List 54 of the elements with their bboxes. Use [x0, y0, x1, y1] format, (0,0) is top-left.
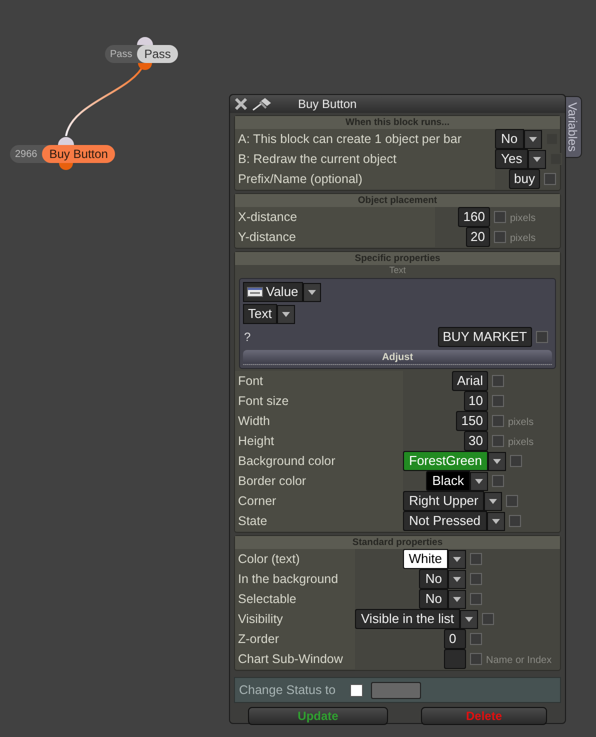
property-label: Width — [235, 411, 403, 431]
property-label: Selectable — [235, 589, 355, 609]
property-label: Z-order — [235, 629, 355, 649]
help-mark: ? — [243, 329, 251, 346]
dropdown-field[interactable]: White — [402, 549, 448, 569]
dropdown-field[interactable]: ForestGreen — [403, 451, 488, 471]
node-label: Pass — [137, 45, 178, 63]
value-field[interactable]: Arial — [452, 371, 488, 391]
text-value-field[interactable]: BUY MARKET — [438, 327, 532, 347]
property-label: Font — [235, 371, 403, 391]
unit-label: pixels — [508, 417, 534, 428]
property-label: In the background — [235, 569, 355, 589]
property-label: A: This block can create 1 object per bar — [235, 129, 495, 149]
unit-label: pixels — [510, 213, 536, 224]
value-field[interactable]: 150 — [456, 411, 488, 431]
property-label: Height — [235, 431, 403, 451]
unit-label: Name or Index — [486, 655, 552, 666]
unit-label: pixels — [510, 233, 536, 244]
source-dropdown[interactable]: Value — [243, 282, 304, 302]
property-label: Background color — [235, 451, 403, 471]
property-label: Prefix/Name (optional) — [235, 169, 495, 189]
section-subtitle: Text — [388, 265, 407, 276]
dropdown-field[interactable]: Right Upper — [403, 491, 484, 511]
property-label: Color (text) — [235, 549, 355, 569]
adjust-button[interactable]: Adjust — [243, 350, 552, 365]
dropdown-field[interactable]: No — [419, 569, 448, 589]
property-label: Chart Sub-Window — [235, 649, 355, 669]
flow-node[interactable]: 2966 Buy Button — [10, 145, 115, 163]
value-field[interactable]: 0 — [444, 629, 466, 649]
property-label: Border color — [235, 471, 403, 491]
status-label: Change Status to — [239, 682, 336, 699]
property-label: Corner — [235, 491, 403, 511]
unit-label: pixels — [508, 437, 534, 448]
value-field[interactable]: 20 — [466, 227, 490, 247]
dropdown-field[interactable]: Visible in the list — [355, 609, 460, 629]
panel-title: Buy Button — [298, 96, 357, 113]
value-field[interactable]: 10 — [464, 391, 488, 411]
property-label: Font size — [235, 391, 403, 411]
property-label: State — [235, 511, 403, 531]
value-field[interactable]: buy — [509, 169, 540, 189]
dropdown-field[interactable]: Black — [426, 471, 470, 491]
property-label: Y-distance — [235, 227, 435, 247]
property-label: Visibility — [235, 609, 355, 629]
value-field[interactable]: 160 — [458, 207, 490, 227]
flow-node[interactable]: Pass Pass — [105, 45, 178, 63]
dropdown-field[interactable]: No — [419, 589, 448, 609]
node-label: Buy Button — [42, 145, 115, 163]
dropdown-field[interactable]: Not Pressed — [403, 511, 487, 531]
property-label: B: Redraw the current object — [235, 149, 495, 169]
node-count: Pass — [109, 48, 134, 62]
type-dropdown[interactable]: Text — [243, 304, 277, 324]
value-field[interactable]: 30 — [464, 431, 488, 451]
property-label: X-distance — [235, 207, 435, 227]
node-count: 2966 — [14, 148, 38, 162]
